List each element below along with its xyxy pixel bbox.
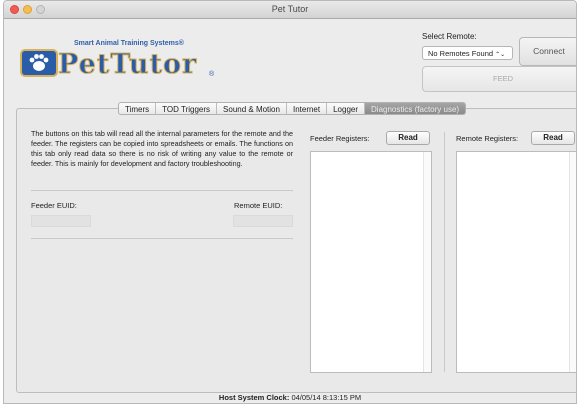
tab-diagnostics[interactable]: Diagnostics (factory use) bbox=[365, 103, 466, 114]
feeder-registers-list[interactable] bbox=[310, 151, 432, 373]
read-feeder-registers-button[interactable]: Read bbox=[386, 131, 430, 145]
paw-icon bbox=[20, 49, 58, 77]
feed-button[interactable]: FEED bbox=[422, 66, 576, 92]
connect-button[interactable]: Connect bbox=[519, 37, 576, 66]
window-title: Pet Tutor bbox=[271, 4, 309, 14]
remote-registers-list[interactable] bbox=[456, 151, 576, 373]
tab-bar: Timers TOD Triggers Sound & Motion Inter… bbox=[118, 102, 467, 115]
remote-euid-label: Remote EUID: bbox=[234, 201, 283, 210]
remote-registers-label: Remote Registers: bbox=[456, 134, 519, 143]
logo-wordmark: PetTutor bbox=[57, 49, 198, 81]
tab-logger[interactable]: Logger bbox=[327, 103, 366, 114]
logo-registered-mark: ® bbox=[209, 71, 215, 78]
app-window: Pet Tutor Smart Animal Training Systems®… bbox=[3, 0, 577, 404]
tab-timers[interactable]: Timers bbox=[119, 103, 157, 114]
feeder-euid-field bbox=[31, 215, 91, 227]
vertical-divider bbox=[444, 132, 445, 372]
feeder-registers-label: Feeder Registers: bbox=[310, 134, 370, 143]
tab-internet[interactable]: Internet bbox=[287, 103, 328, 114]
diagnostics-description: The buttons on this tab will read all th… bbox=[31, 129, 293, 168]
pettutor-logo: Smart Animal Training Systems® PetTutor … bbox=[18, 35, 238, 95]
tab-sound-motion[interactable]: Sound & Motion bbox=[217, 103, 287, 114]
title-bar: Pet Tutor bbox=[4, 1, 576, 19]
select-arrows-icon: ⌃⌄ bbox=[495, 52, 506, 58]
clock-label: Host System Clock: bbox=[218, 393, 290, 402]
clock-value: 04/05/14 8:13:15 PM bbox=[291, 393, 362, 402]
logo-tagline: Smart Animal Training Systems® bbox=[74, 40, 184, 47]
divider bbox=[31, 238, 293, 239]
feeder-euid-label: Feeder EUID: bbox=[31, 201, 77, 210]
remote-euid-field bbox=[233, 215, 293, 227]
remote-select[interactable]: No Remotes Found ⌃⌄ bbox=[422, 46, 513, 60]
host-system-clock: Host System Clock: 04/05/14 8:13:15 PM bbox=[4, 393, 576, 402]
read-remote-registers-button[interactable]: Read bbox=[531, 131, 575, 145]
feeder-registers-scrollbar[interactable] bbox=[423, 152, 431, 372]
remote-registers-scrollbar[interactable] bbox=[569, 152, 576, 372]
divider bbox=[31, 190, 293, 191]
select-remote-label: Select Remote: bbox=[422, 32, 477, 41]
tab-tod-triggers[interactable]: TOD Triggers bbox=[156, 103, 218, 114]
